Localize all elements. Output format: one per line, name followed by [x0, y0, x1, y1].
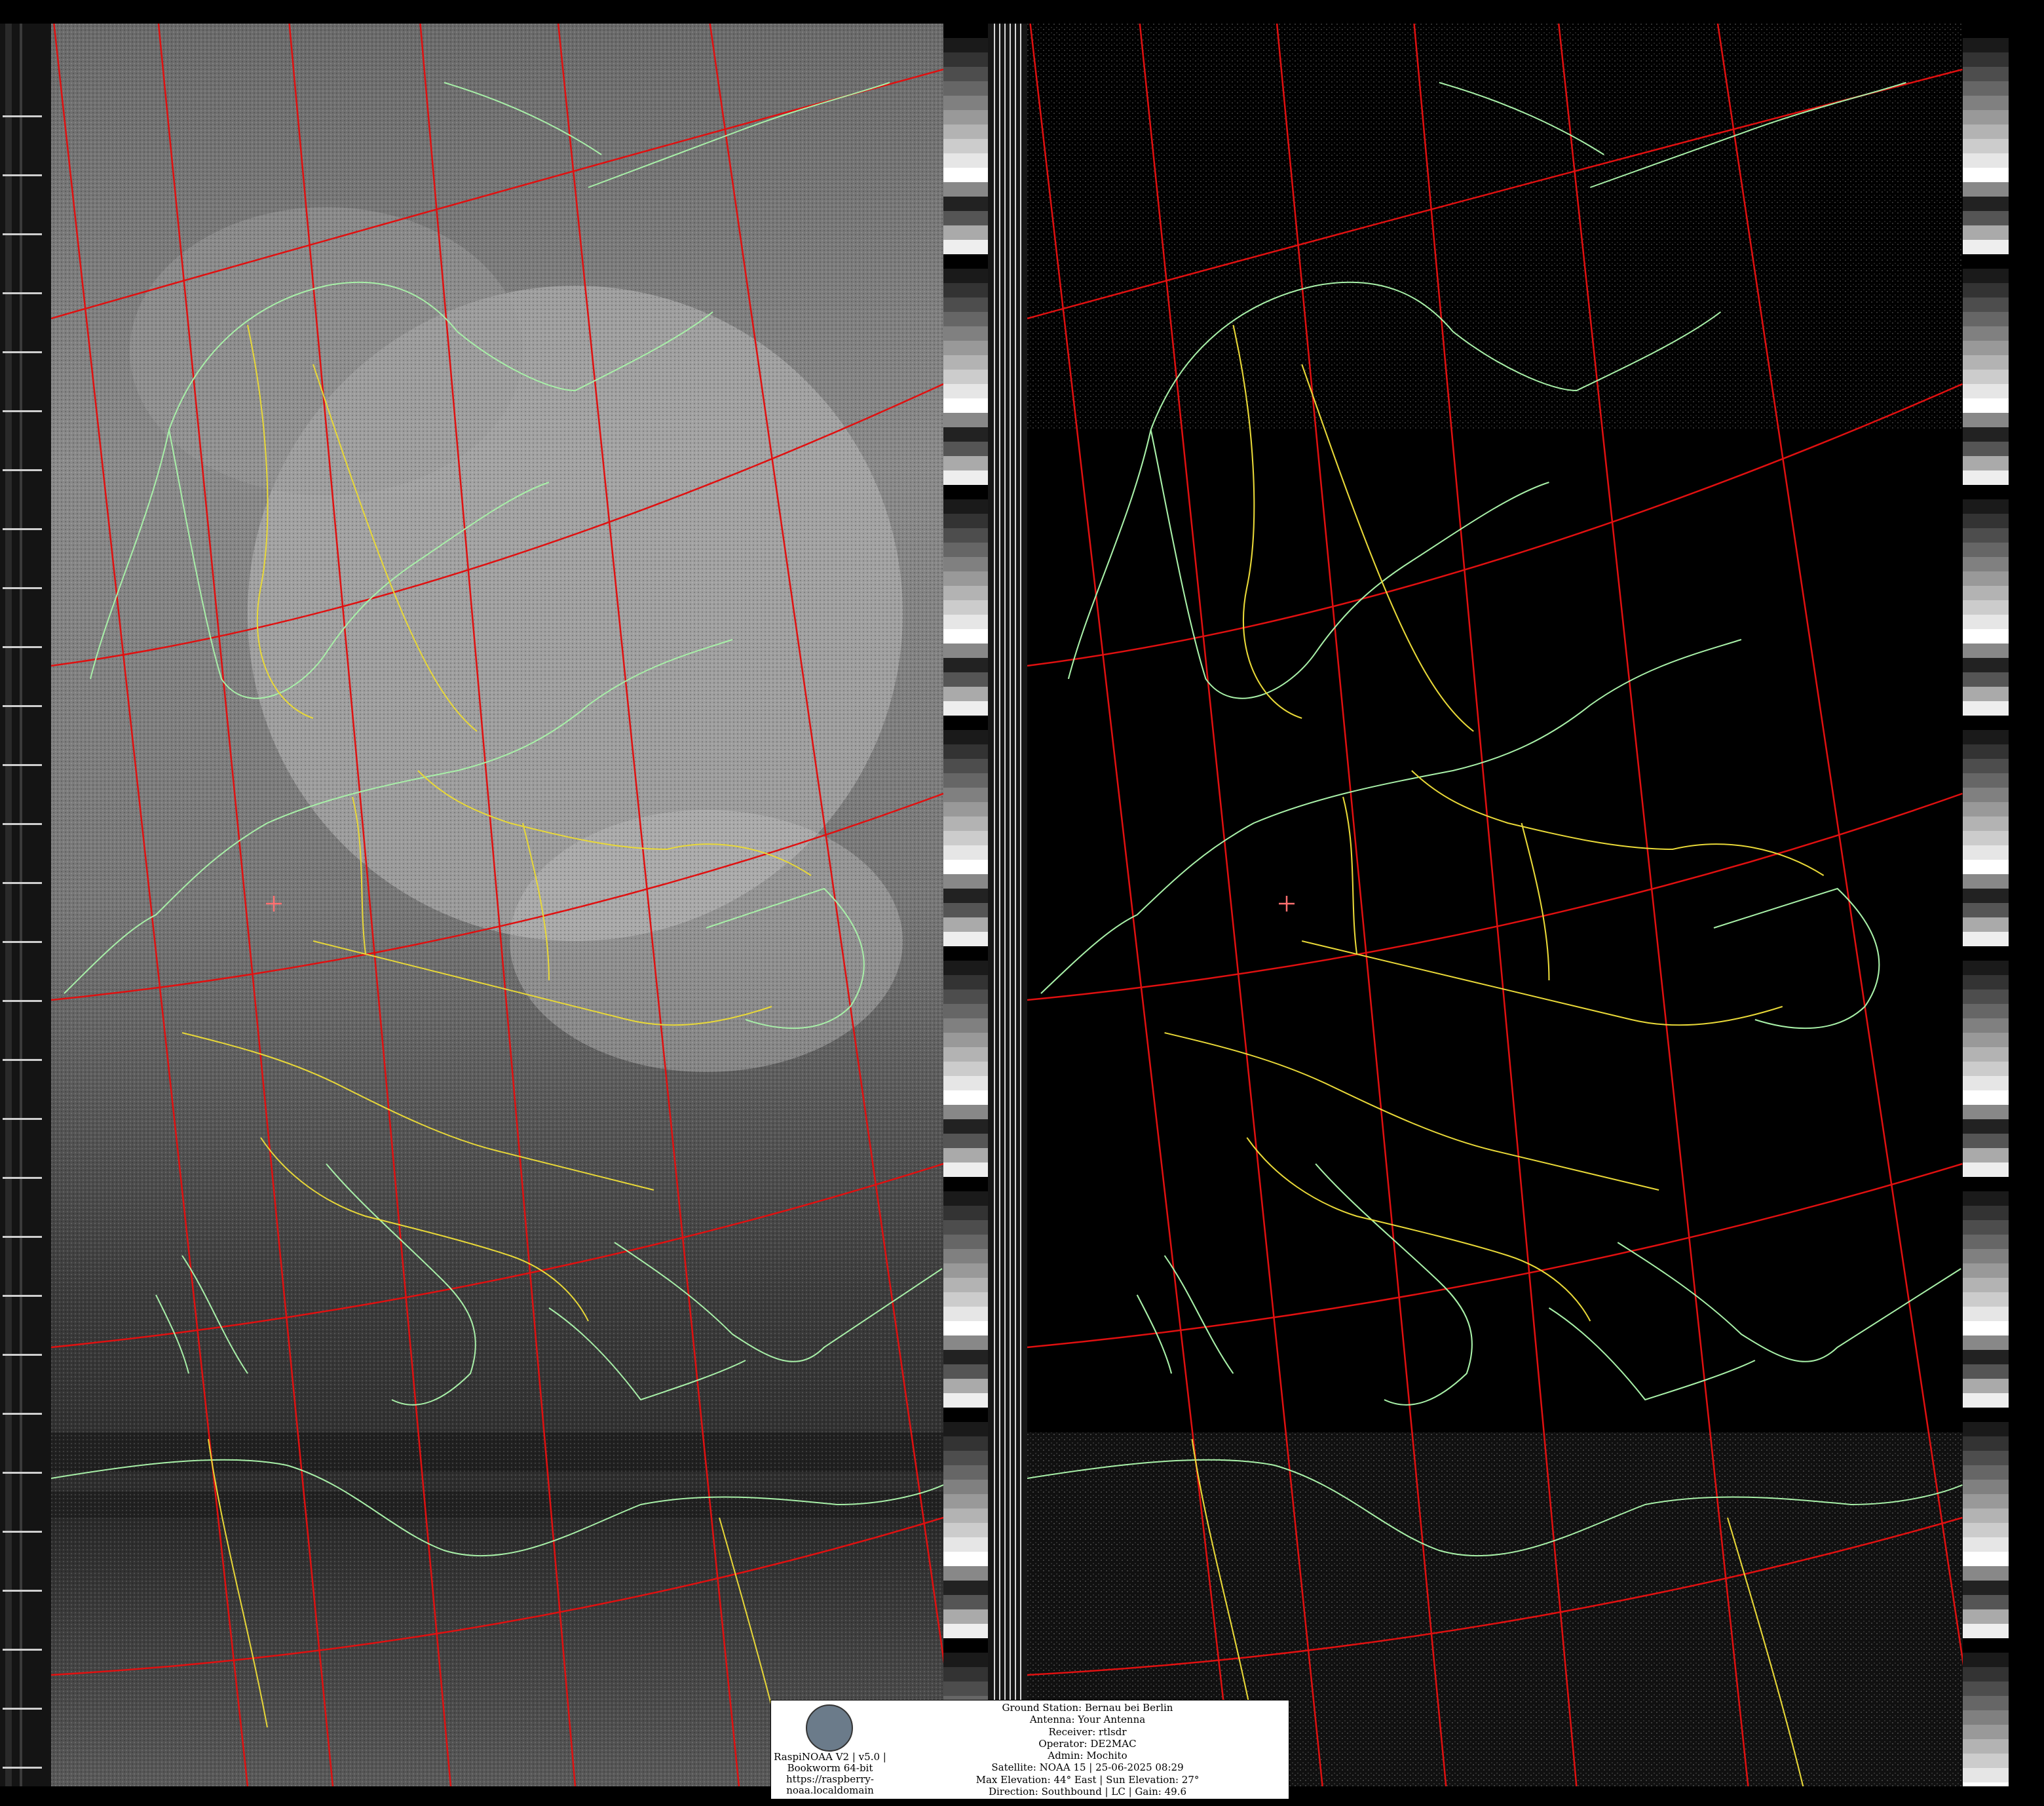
top-border [0, 0, 2044, 24]
sync-pattern-middle [988, 24, 1027, 1786]
station-line: Direction: Southbound | LC | Gain: 49.6 [988, 1786, 1187, 1798]
version-block: RaspiNOAA V2 | v5.0 | Bookworm 64-bit ht… [774, 1752, 886, 1796]
infrared-channel-panel [1027, 24, 1963, 1786]
visible-channel-panel [51, 24, 943, 1786]
version-line: Bookworm 64-bit [787, 1762, 873, 1774]
version-line: https://raspberry- [786, 1773, 874, 1785]
station-line: Receiver: rtlsdr [1048, 1725, 1127, 1738]
calibration-wedges-left [943, 24, 988, 1786]
info-box: RaspiNOAA V2 | v5.0 | Bookworm 64-bit ht… [770, 1700, 1289, 1799]
sync-strip-middle [988, 24, 1027, 1786]
station-block: Ground Station: Bernau bei Berlin Antenn… [889, 1702, 1286, 1797]
raspinoaa-logo [806, 1704, 853, 1752]
station-line: Satellite: NOAA 15 | 25-06-2025 08:29 [991, 1761, 1184, 1774]
station-line: Max Elevation: 44° East | Sun Elevation:… [975, 1773, 1200, 1786]
infrared-map [1027, 24, 1963, 1786]
station-line: Operator: DE2MAC [1038, 1737, 1137, 1750]
station-line: Admin: Mochito [1048, 1750, 1127, 1762]
calibration-wedges-right [1963, 24, 2009, 1786]
sync-strip-left [0, 24, 51, 1786]
sync-pattern-left [0, 24, 51, 1786]
satellite-image-frame: RaspiNOAA V2 | v5.0 | Bookworm 64-bit ht… [0, 0, 2044, 1806]
station-line: Antenna: Your Antenna [1029, 1714, 1146, 1726]
version-line: noaa.localdomain [786, 1784, 874, 1796]
station-line: Ground Station: Bernau bei Berlin [1002, 1702, 1173, 1714]
visible-map [51, 24, 943, 1786]
version-line: RaspiNOAA V2 | v5.0 | [774, 1751, 886, 1763]
